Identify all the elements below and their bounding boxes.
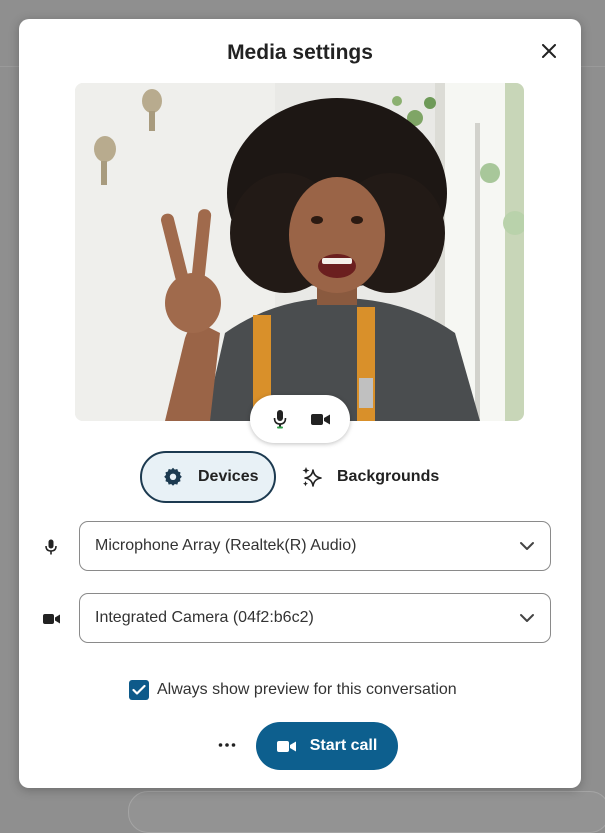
microphone-icon	[41, 537, 61, 557]
always-show-preview-checkbox[interactable]	[129, 680, 149, 700]
video-camera-icon	[310, 413, 330, 425]
close-button[interactable]	[535, 37, 563, 65]
camera-row: Integrated Camera (04f2:b6c2)	[19, 593, 581, 645]
camera-toggle-button[interactable]	[305, 404, 335, 434]
checkmark-icon	[132, 684, 146, 695]
camera-select-value: Integrated Camera (04f2:b6c2)	[95, 609, 314, 626]
video-camera-icon	[41, 609, 61, 629]
video-preview	[75, 83, 524, 421]
gear-icon	[162, 466, 184, 488]
chevron-down-icon	[520, 614, 534, 622]
tab-label: Devices	[198, 468, 259, 485]
media-settings-dialog: Media settings Devices Backgrounds Micro…	[19, 19, 581, 788]
microphone-select-value: Microphone Array (Realtek(R) Audio)	[95, 537, 357, 554]
tab-backgrounds[interactable]: Backgrounds	[301, 451, 461, 503]
tab-devices[interactable]: Devices	[140, 451, 276, 503]
backdrop-input	[128, 791, 605, 833]
sparkle-icon	[301, 466, 323, 488]
settings-tabs: Devices Backgrounds	[19, 451, 581, 503]
always-show-preview-option: Always show preview for this conversatio…	[129, 678, 457, 702]
start-call-button[interactable]: Start call	[256, 722, 398, 770]
more-options-button[interactable]	[213, 731, 241, 759]
media-toggle-bar	[250, 395, 350, 443]
mic-toggle-button[interactable]	[265, 404, 295, 434]
camera-select[interactable]: Integrated Camera (04f2:b6c2)	[79, 593, 551, 643]
microphone-select[interactable]: Microphone Array (Realtek(R) Audio)	[79, 521, 551, 571]
more-icon	[218, 743, 236, 747]
always-show-preview-label: Always show preview for this conversatio…	[157, 681, 457, 698]
dialog-title: Media settings	[227, 41, 373, 64]
microphone-row: Microphone Array (Realtek(R) Audio)	[19, 521, 581, 573]
chevron-down-icon	[520, 542, 534, 550]
start-call-label: Start call	[309, 737, 378, 754]
microphone-icon	[273, 410, 287, 429]
video-camera-icon	[276, 740, 296, 753]
close-icon	[542, 44, 556, 58]
webcam-preview-image	[75, 83, 524, 421]
tab-label: Backgrounds	[337, 468, 440, 485]
